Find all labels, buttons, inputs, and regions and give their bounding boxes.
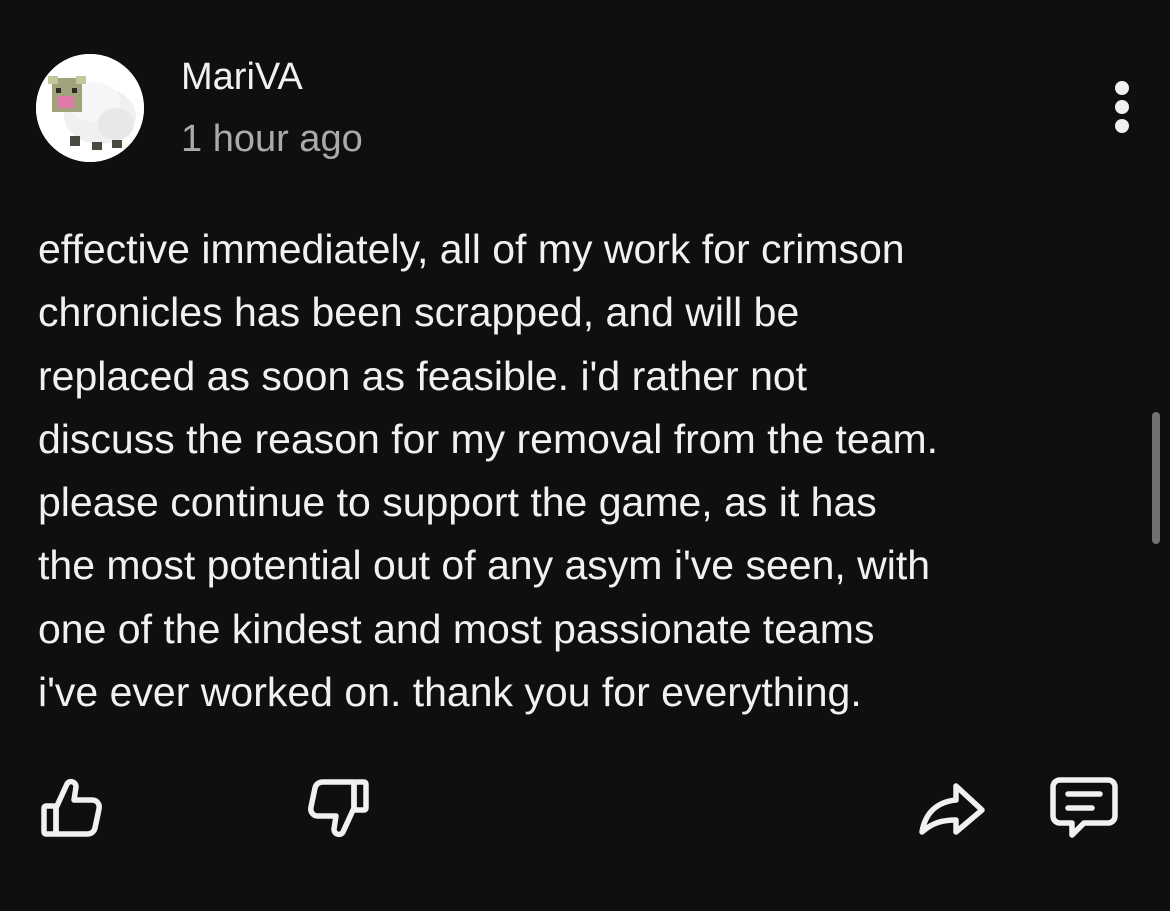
thumbs-up-icon [41, 778, 102, 837]
dislike-button[interactable] [302, 772, 374, 844]
comment-body: effective immediately, all of my work fo… [38, 218, 1118, 724]
comment-body-line: please continue to support the game, as … [38, 479, 877, 526]
comment-card: MariVA 1 hour ago effective immediately,… [0, 0, 1170, 911]
comment-body-line: effective immediately, all of my work fo… [38, 226, 905, 272]
more-vert-icon [1115, 81, 1129, 133]
comment-icon [1050, 777, 1118, 838]
sheep-avatar-icon [36, 54, 144, 162]
avatar[interactable] [36, 54, 144, 162]
comment-body-line: the most potential out of any asym i've … [38, 542, 931, 589]
share-button[interactable] [916, 772, 988, 844]
comment-body-line: replaced as soon as feasible. i'd rather… [38, 352, 808, 399]
reply-button[interactable] [1048, 772, 1120, 844]
comment-body-line: discuss the reason for my removal from t… [38, 415, 939, 462]
like-button[interactable] [36, 772, 108, 844]
comment-body-line: one of the kindest and most passionate t… [38, 605, 875, 652]
comment-body-line: i've ever worked on. thank you for every… [38, 669, 862, 716]
scrollbar-thumb[interactable] [1152, 412, 1160, 544]
comment-author[interactable]: MariVA [181, 54, 303, 100]
share-arrow-icon [919, 783, 985, 835]
thumbs-down-icon [308, 779, 369, 838]
comment-timestamp: 1 hour ago [181, 118, 363, 160]
comment-body-line: chronicles has been scrapped, and will b… [38, 289, 800, 336]
more-options-button[interactable] [1100, 78, 1144, 138]
